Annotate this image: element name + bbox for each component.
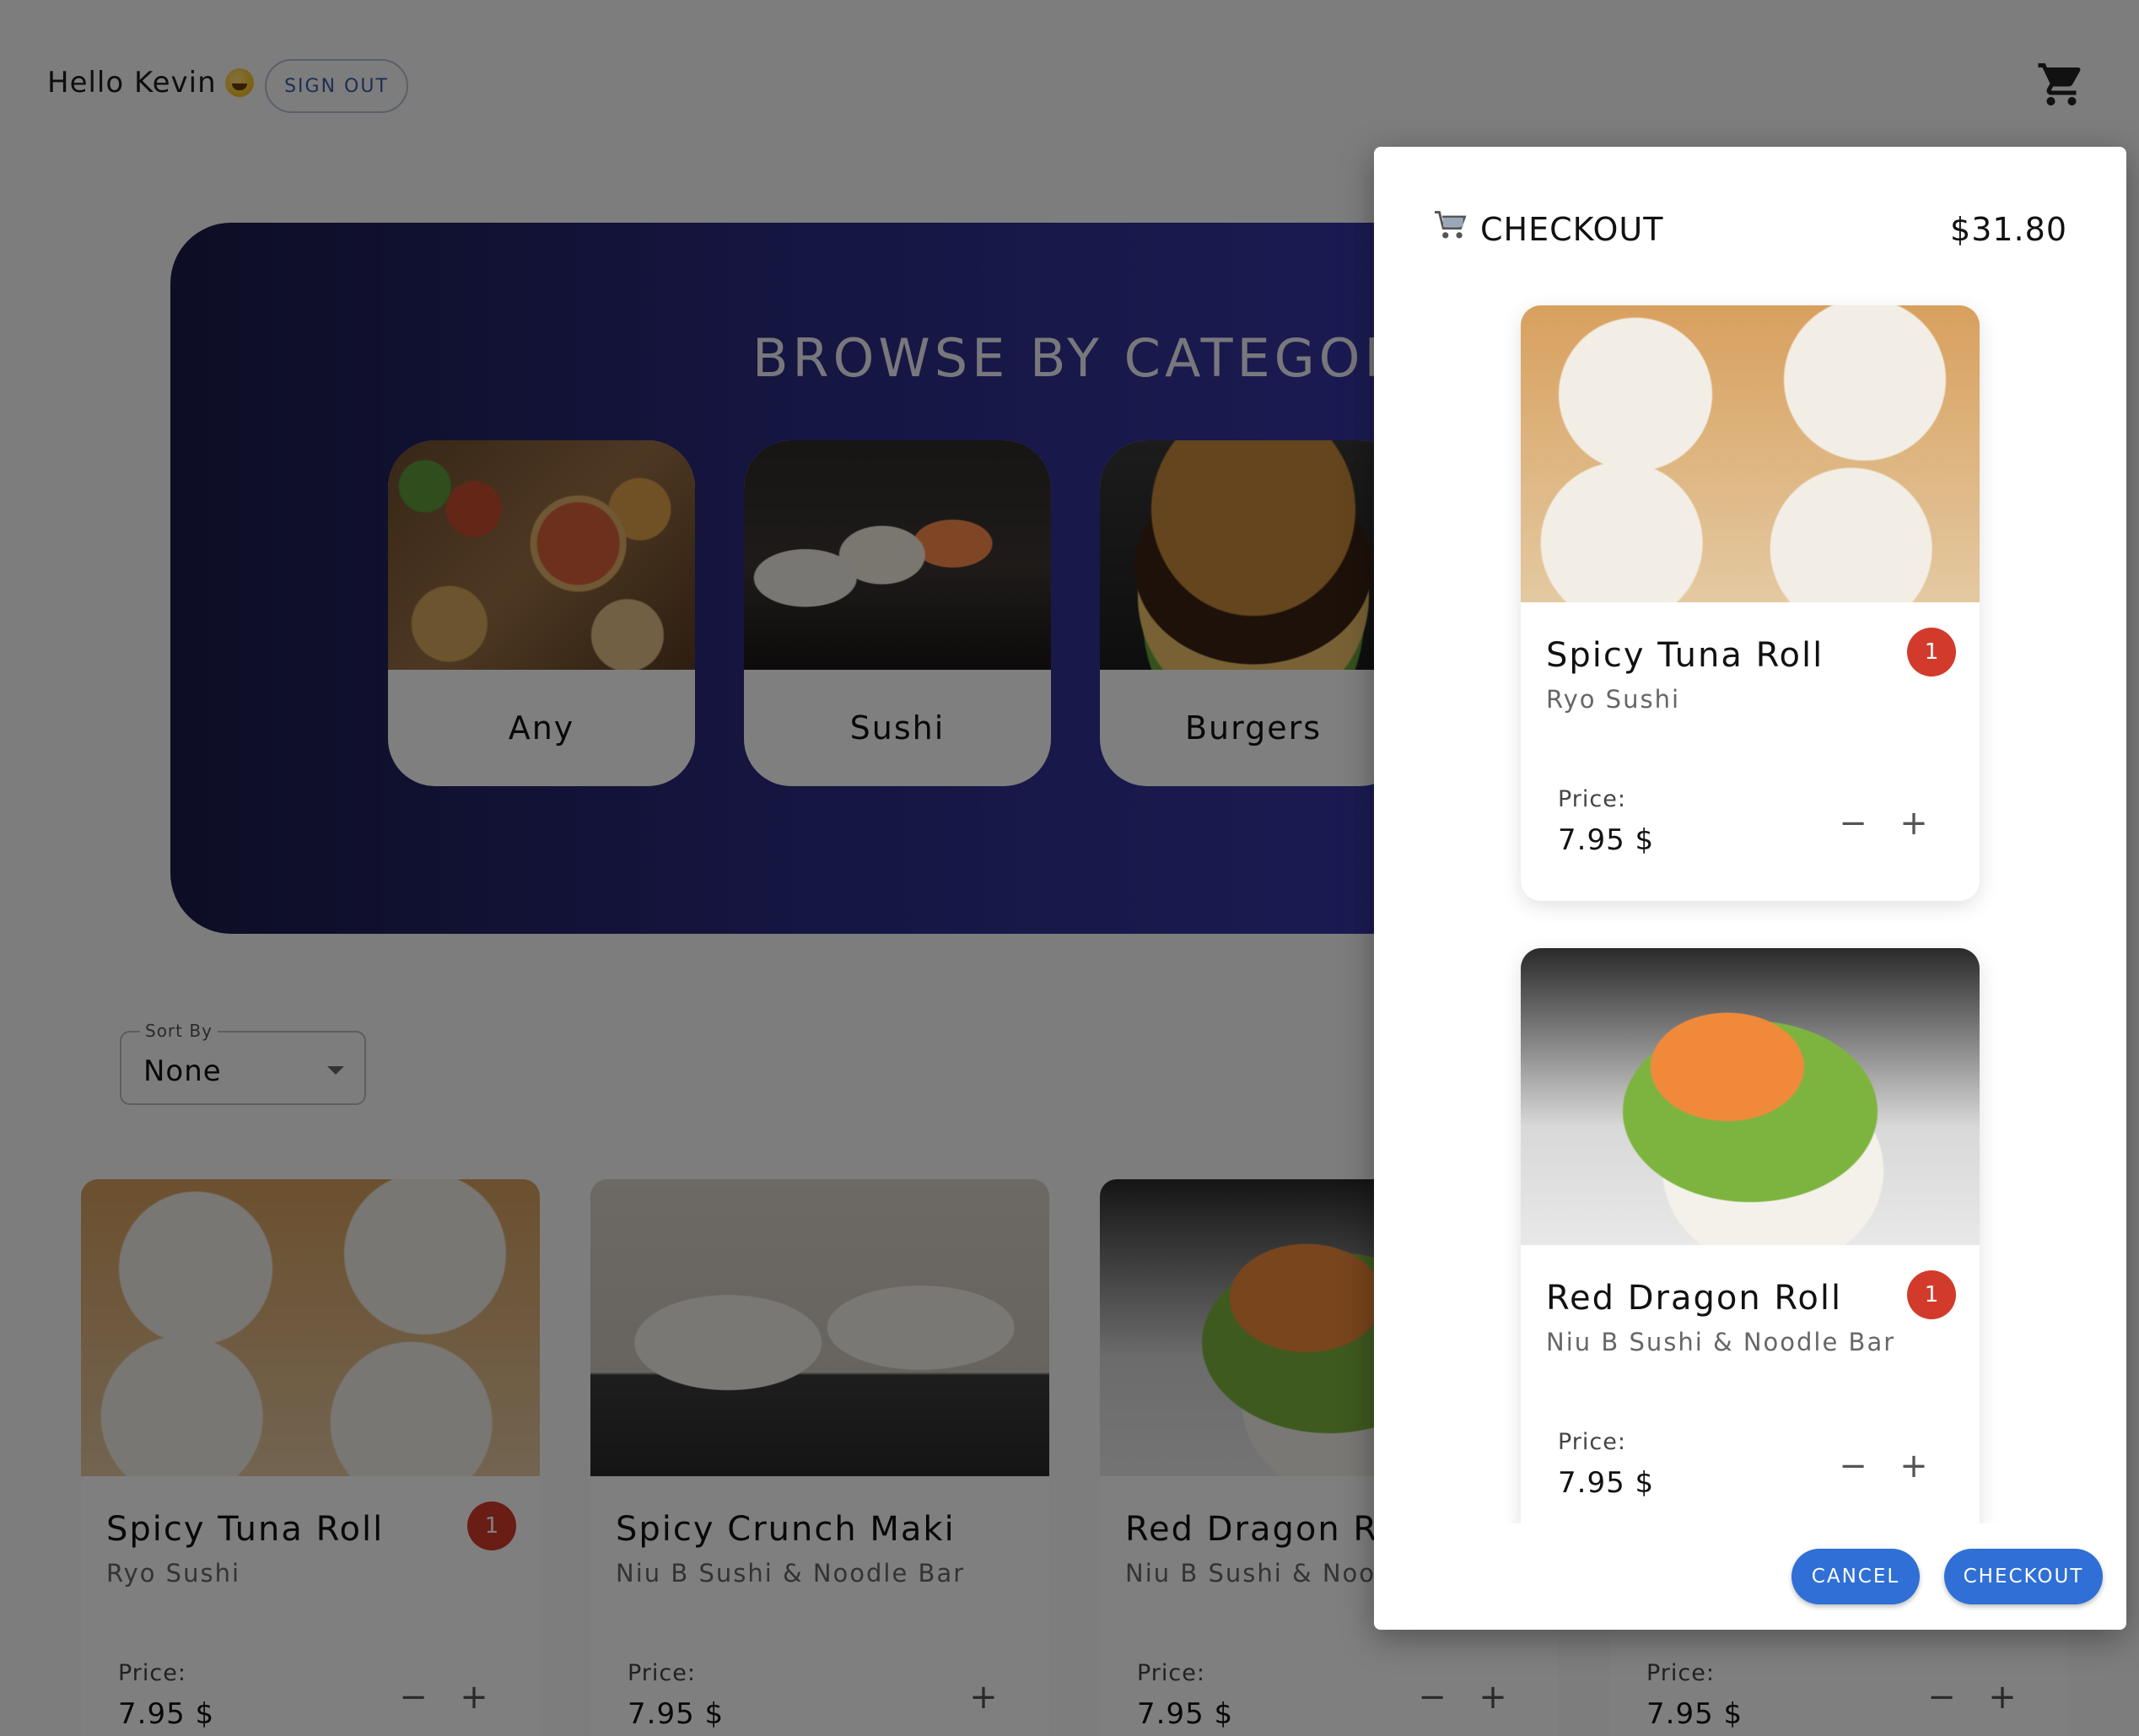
product-image	[1521, 305, 1980, 602]
checkout-item-red-dragon-roll: Red Dragon Roll 1 Niu B Sushi & Noodle B…	[1521, 948, 1980, 1544]
quantity-badge: 1	[1907, 628, 1956, 677]
checkout-dialog: CHECKOUT $31.80 Spicy Tuna Roll 1 Ryo Su…	[1374, 147, 2126, 1630]
dialog-title: CHECKOUT	[1433, 209, 1663, 251]
minus-icon[interactable]: −	[1833, 1446, 1873, 1486]
plus-icon[interactable]: +	[1894, 1446, 1934, 1486]
dialog-header: CHECKOUT $31.80	[1433, 204, 2067, 255]
product-name: Spicy Tuna Roll	[1546, 636, 1824, 675]
quantity-badge: 1	[1907, 1270, 1956, 1319]
product-restaurant: Ryo Sushi	[1546, 685, 1681, 714]
product-image	[1521, 948, 1980, 1245]
price-value: 7.95 $	[1558, 1466, 1655, 1500]
checkout-item-spicy-tuna-roll: Spicy Tuna Roll 1 Ryo Sushi Price: 7.95 …	[1521, 305, 1980, 901]
product-restaurant: Niu B Sushi & Noodle Bar	[1546, 1328, 1896, 1356]
plus-icon[interactable]: +	[1894, 803, 1934, 844]
cancel-button[interactable]: CANCEL	[1791, 1549, 1920, 1604]
minus-icon[interactable]: −	[1833, 803, 1873, 844]
checkout-button[interactable]: CHECKOUT	[1944, 1549, 2103, 1604]
price-label: Price:	[1558, 1429, 1626, 1455]
shopping-cart-icon	[1433, 209, 1470, 251]
product-name: Red Dragon Roll	[1546, 1279, 1843, 1318]
dialog-footer: CANCEL CHECKOUT	[1374, 1523, 2126, 1630]
dialog-title-text: CHECKOUT	[1480, 211, 1664, 248]
price-value: 7.95 $	[1558, 823, 1655, 857]
checkout-items-list[interactable]: Spicy Tuna Roll 1 Ryo Sushi Price: 7.95 …	[1374, 305, 2126, 1630]
cart-total: $31.80	[1950, 211, 2067, 248]
price-label: Price:	[1558, 786, 1626, 812]
